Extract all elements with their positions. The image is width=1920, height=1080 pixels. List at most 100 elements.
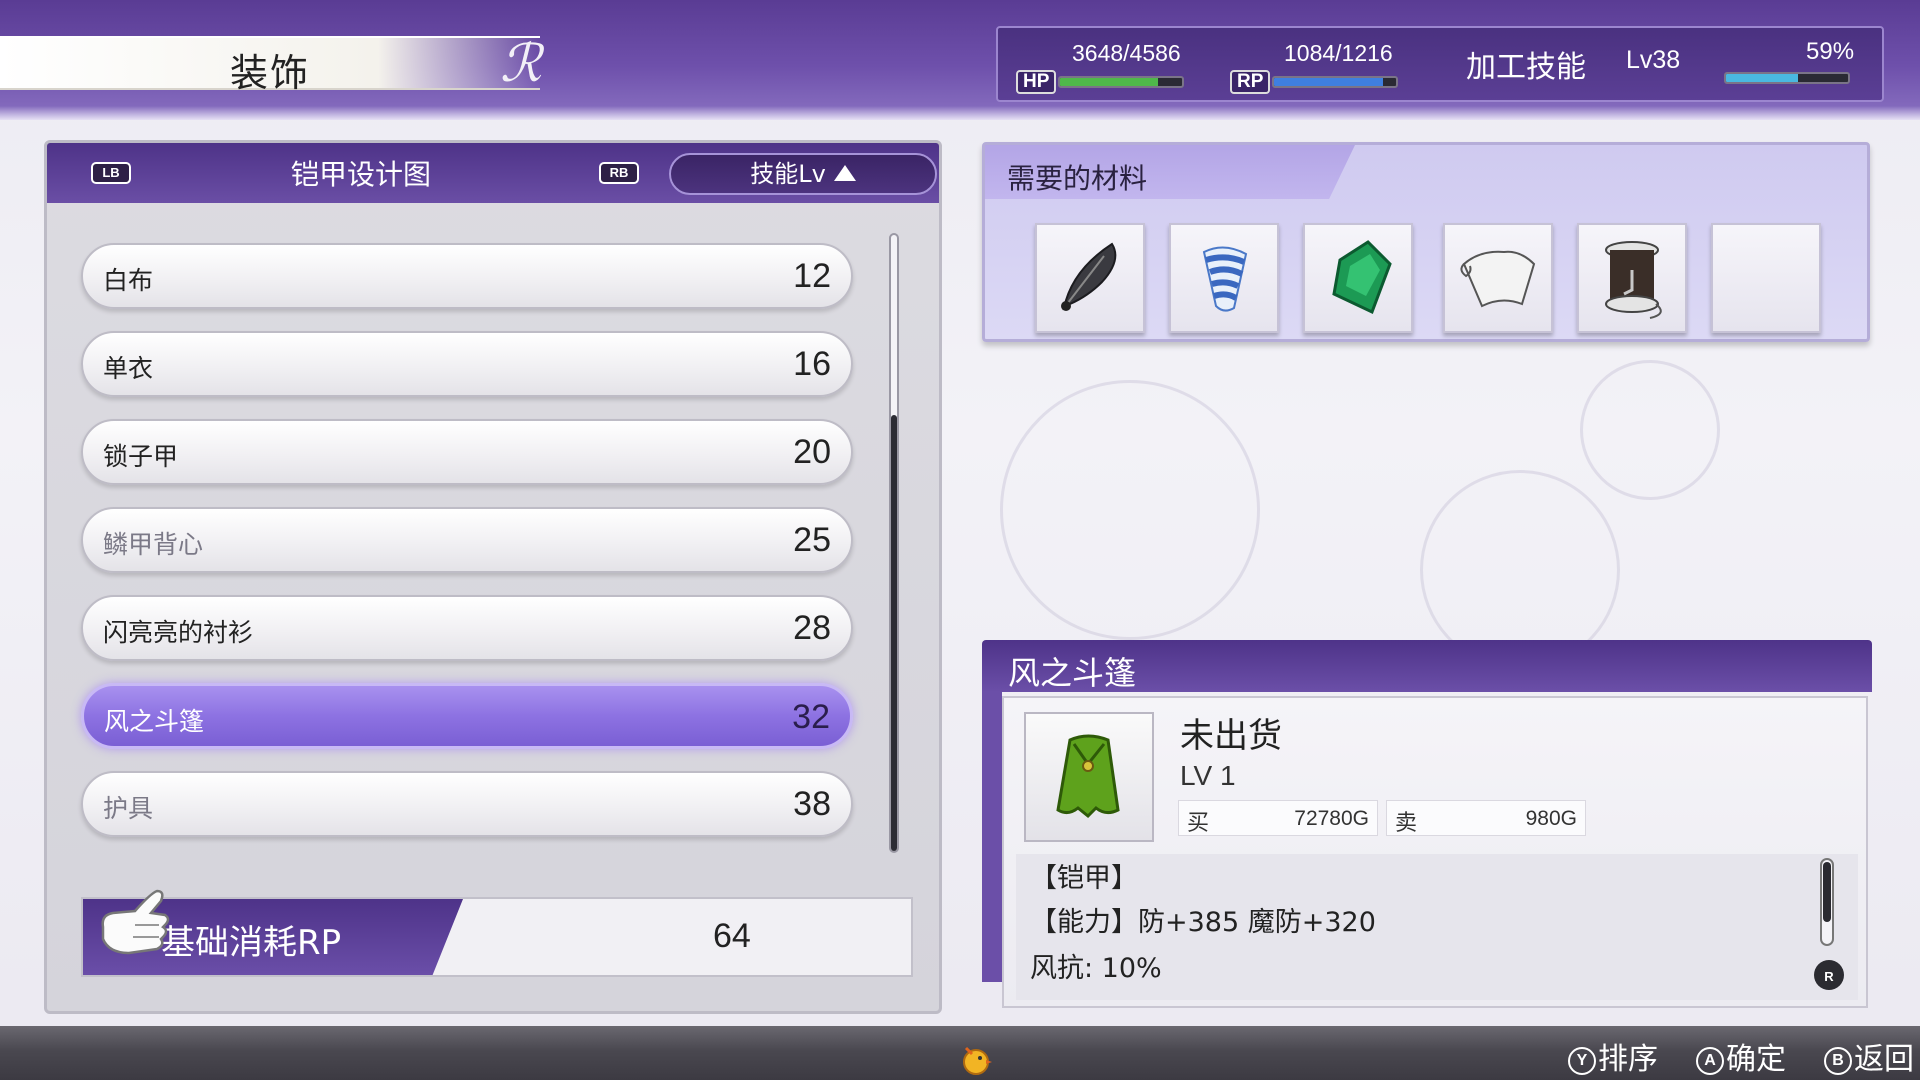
y-button-icon: Y	[1568, 1047, 1596, 1075]
rb-button[interactable]: RB	[599, 162, 639, 184]
top-bar-glow	[0, 106, 1920, 120]
item-detail-panel: 风之斗篷 未出货 LV 1 买 72780G 卖 980G 【铠甲】 【能力】防…	[982, 640, 1872, 1010]
hand-pointer-icon	[101, 889, 170, 955]
buy-price: 72780G	[1294, 807, 1369, 830]
description-scrollbar-thumb[interactable]	[1823, 862, 1831, 922]
back-hint[interactable]: B 返回	[1824, 1034, 1914, 1078]
title-ornament: ℛ	[500, 34, 542, 94]
recipe-level: 28	[793, 609, 831, 647]
item-detail-body: 未出货 LV 1 买 72780G 卖 980G 【铠甲】 【能力】防+385 …	[1002, 696, 1868, 1008]
page-title: 装饰	[230, 51, 311, 95]
recipe-panel-header: LB 铠甲设计图 RB 技能Lv	[47, 143, 939, 203]
recipe-category-title: 铠甲设计图	[291, 158, 432, 191]
hp-value: 3648/4586	[1072, 40, 1181, 66]
recipe-item[interactable]: 鳞甲背心 25	[81, 507, 853, 573]
spiral-shell-icon	[1202, 246, 1248, 312]
b-button-icon: B	[1824, 1047, 1852, 1075]
confirm-hint-label: 确定	[1726, 1042, 1786, 1077]
recipe-name: 护具	[103, 794, 154, 823]
recipe-item[interactable]: 单衣 16	[81, 331, 853, 397]
materials-panel: 需要的材料	[982, 142, 1870, 342]
recipe-name: 风之斗篷	[104, 707, 205, 736]
sort-hint-label: 排序	[1598, 1042, 1658, 1077]
recipe-item-selected[interactable]: 风之斗篷 32	[81, 683, 853, 749]
hp-bar	[1058, 76, 1184, 88]
material-slot-feather[interactable]	[1035, 223, 1145, 333]
buy-price-box: 买 72780G	[1178, 800, 1378, 836]
recipe-item[interactable]: 白布 12	[81, 243, 853, 309]
bottom-hint-bar: Y 排序 A 确定 B 返回	[0, 1026, 1920, 1080]
buy-label: 买	[1187, 811, 1210, 836]
recipe-name: 白布	[103, 266, 154, 295]
item-ability: 【能力】防+385 魔防+320	[1030, 907, 1376, 938]
shipment-status: 未出货	[1180, 716, 1282, 756]
top-bar: 装饰 ℛ 3648/4586 HP 1084/1216 RP 加工技能 Lv38…	[0, 0, 1920, 120]
r-stick-icon[interactable]: R	[1814, 960, 1844, 990]
sell-price-box: 卖 980G	[1386, 800, 1586, 836]
recipe-name: 锁子甲	[103, 442, 179, 471]
item-detail-header: 风之斗篷	[982, 640, 1872, 692]
recipe-level: 25	[793, 521, 831, 559]
recipe-panel: LB 铠甲设计图 RB 技能Lv 白布 12 单衣 16 锁子甲 20 鳞甲背心…	[44, 140, 942, 1014]
recipe-level: 20	[793, 433, 831, 471]
item-description: 【铠甲】 【能力】防+385 魔防+320 风抗: 10% R	[1016, 854, 1858, 1000]
material-slot-shell[interactable]	[1169, 223, 1279, 333]
recipe-item[interactable]: 锁子甲 20	[81, 419, 853, 485]
skill-progress-bar	[1724, 72, 1850, 84]
recipe-list: 白布 12 单衣 16 锁子甲 20 鳞甲背心 25 闪亮亮的衬衫 28 风之斗…	[81, 243, 853, 859]
rp-bar	[1272, 76, 1398, 88]
feather-icon	[1061, 242, 1117, 311]
sort-button[interactable]: 技能Lv	[669, 153, 937, 195]
base-rp-value: 64	[713, 917, 751, 955]
recipe-name: 闪亮亮的衬衫	[103, 618, 254, 647]
sell-label: 卖	[1395, 811, 1418, 836]
materials-title: 需要的材料	[1007, 162, 1148, 195]
sort-hint[interactable]: Y 排序	[1568, 1034, 1658, 1078]
recipe-level: 12	[793, 257, 831, 295]
item-level: LV 1	[1180, 760, 1236, 791]
description-scrollbar[interactable]	[1820, 858, 1834, 946]
cloth-scroll-icon	[1460, 250, 1536, 308]
recipe-level: 16	[793, 345, 831, 383]
player-status-box: 3648/4586 HP 1084/1216 RP 加工技能 Lv38 59%	[996, 26, 1884, 102]
base-rp-label: 基础消耗RP	[161, 923, 342, 963]
recipe-name: 鳞甲背心	[103, 530, 204, 559]
lb-button[interactable]: LB	[91, 162, 131, 184]
skill-level: Lv38	[1626, 46, 1681, 74]
rp-bar-fill	[1274, 78, 1383, 86]
a-button-icon: A	[1696, 1047, 1724, 1075]
recipe-level: 38	[793, 785, 831, 823]
hp-bar-fill	[1060, 78, 1158, 86]
back-hint-label: 返回	[1854, 1042, 1914, 1077]
detail-accent-strip	[982, 692, 1002, 982]
recipe-name: 单衣	[103, 354, 154, 383]
sort-ascending-icon	[833, 165, 856, 181]
skill-progress-fill	[1726, 74, 1798, 82]
sort-label: 技能Lv	[750, 160, 826, 188]
recipe-scrollbar-thumb[interactable]	[891, 415, 897, 851]
rp-value: 1084/1216	[1284, 40, 1393, 66]
material-slot-cloth[interactable]	[1443, 223, 1553, 333]
background-swirl	[1580, 360, 1720, 500]
green-cloak-icon	[1056, 734, 1120, 819]
recipe-level: 32	[792, 698, 830, 736]
recipe-item[interactable]: 闪亮亮的衬衫 28	[81, 595, 853, 661]
confirm-hint[interactable]: A 确定	[1696, 1034, 1786, 1078]
sell-price: 980G	[1525, 807, 1577, 830]
item-resistance: 风抗: 10%	[1030, 953, 1162, 984]
material-slot-emerald[interactable]	[1303, 223, 1413, 333]
item-category: 【铠甲】	[1030, 863, 1138, 894]
material-slot-empty[interactable]	[1711, 223, 1821, 333]
recipe-item[interactable]: 护具 38	[81, 771, 853, 837]
background-swirl	[1000, 380, 1260, 640]
item-icon-frame	[1024, 712, 1154, 842]
emerald-icon	[1332, 240, 1392, 315]
chick-icon	[963, 1046, 992, 1075]
recipe-scrollbar[interactable]	[889, 233, 899, 853]
skill-percent: 59%	[1806, 38, 1855, 65]
item-name: 风之斗篷	[1008, 654, 1137, 692]
material-slot-thread[interactable]	[1577, 223, 1687, 333]
base-rp-row: 基础消耗RP 64	[81, 897, 913, 977]
rp-tag: RP	[1230, 70, 1271, 94]
thread-spool-icon	[1605, 241, 1662, 319]
